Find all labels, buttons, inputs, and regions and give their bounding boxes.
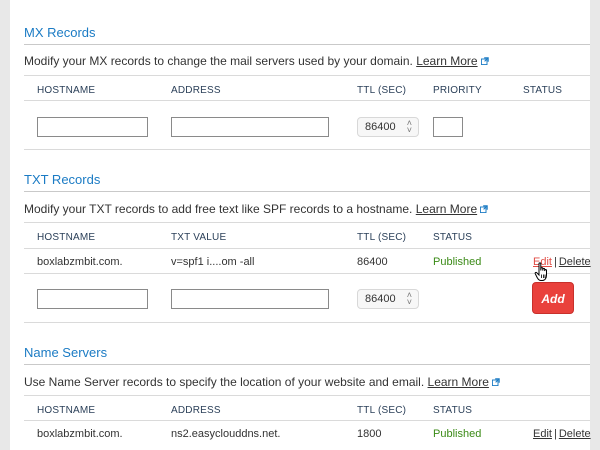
txt-section-divider bbox=[24, 191, 590, 192]
dns-settings-panel: MX Records Modify your MX records to cha… bbox=[10, 0, 591, 450]
ns-description-text: Use Name Server records to specify the l… bbox=[24, 375, 425, 389]
txt-col-status: STATUS bbox=[433, 232, 473, 243]
ns-edit-link[interactable]: Edit bbox=[533, 428, 552, 440]
add-record-button[interactable]: Add bbox=[532, 282, 574, 314]
mx-ttl-value: 86400 bbox=[365, 121, 396, 133]
ns-learn-more-link[interactable]: Learn More bbox=[428, 375, 489, 389]
txt-row-status: Published bbox=[433, 256, 482, 268]
mx-header-top-divider bbox=[24, 75, 590, 76]
ns-section-title: Name Servers bbox=[24, 345, 108, 360]
txt-description-text: Modify your TXT records to add free text… bbox=[24, 202, 413, 216]
mx-learn-more-link[interactable]: Learn More bbox=[416, 54, 477, 68]
ns-row-ttl: 1800 bbox=[357, 428, 382, 440]
mx-address-input[interactable] bbox=[171, 117, 329, 137]
ns-col-status: STATUS bbox=[433, 405, 473, 416]
txt-description: Modify your TXT records to add free text… bbox=[24, 202, 488, 216]
ns-row-address: ns2.easyclouddns.net. bbox=[171, 428, 281, 440]
mx-col-hostname: HOSTNAME bbox=[37, 85, 96, 96]
up-down-chevron-icon: ˄ ˅ bbox=[406, 290, 412, 307]
mx-priority-input[interactable] bbox=[433, 117, 463, 137]
ns-section-divider bbox=[24, 364, 590, 365]
ns-row-hostname: boxlabzmbit.com. bbox=[37, 428, 123, 440]
mx-section-title: MX Records bbox=[24, 25, 96, 40]
external-link-icon[interactable] bbox=[491, 378, 500, 386]
mx-col-status: STATUS bbox=[523, 85, 563, 96]
txt-row-divider bbox=[24, 273, 590, 274]
mx-hostname-input[interactable] bbox=[37, 117, 148, 137]
txt-ttl-value: 86400 bbox=[365, 293, 396, 305]
mx-section-divider bbox=[24, 44, 590, 45]
ns-header-top-divider bbox=[24, 395, 590, 396]
txt-row-ttl: 86400 bbox=[357, 256, 388, 268]
mx-col-priority: PRIORITY bbox=[433, 85, 482, 96]
mx-description-text: Modify your MX records to change the mai… bbox=[24, 54, 413, 68]
ns-header-bottom-divider bbox=[24, 420, 590, 421]
ns-col-address: ADDRESS bbox=[171, 405, 221, 416]
mx-ttl-select[interactable]: 86400 ˄ ˅ bbox=[357, 117, 419, 137]
mx-description: Modify your MX records to change the mai… bbox=[24, 54, 489, 68]
txt-col-ttl: TTL (SEC) bbox=[357, 232, 407, 243]
txt-header-bottom-divider bbox=[24, 248, 590, 249]
txt-row-hostname: boxlabzmbit.com. bbox=[37, 256, 123, 268]
txt-section-end-divider bbox=[24, 322, 590, 323]
ns-col-ttl: TTL (SEC) bbox=[357, 405, 407, 416]
txt-hostname-input[interactable] bbox=[37, 289, 148, 309]
txt-col-value: TXT VALUE bbox=[171, 232, 227, 243]
txt-ttl-select[interactable]: 86400 ˄ ˅ bbox=[357, 289, 419, 309]
mx-col-ttl: TTL (SEC) bbox=[357, 85, 407, 96]
ns-col-hostname: HOSTNAME bbox=[37, 405, 96, 416]
up-down-chevron-icon: ˄ ˅ bbox=[406, 118, 412, 135]
mx-col-address: ADDRESS bbox=[171, 85, 221, 96]
external-link-icon[interactable] bbox=[480, 57, 489, 65]
action-separator: | bbox=[553, 256, 557, 268]
hand-pointer-icon bbox=[534, 262, 547, 281]
action-separator: | bbox=[553, 428, 557, 440]
ns-row-actions: Edit | Delete bbox=[533, 428, 591, 440]
txt-header-top-divider bbox=[24, 222, 590, 223]
txt-value-input[interactable] bbox=[171, 289, 329, 309]
mx-header-bottom-divider bbox=[24, 100, 590, 101]
txt-row-value: v=spf1 i....om -all bbox=[171, 256, 255, 268]
txt-section-title: TXT Records bbox=[24, 172, 101, 187]
txt-col-hostname: HOSTNAME bbox=[37, 232, 96, 243]
external-link-icon[interactable] bbox=[480, 205, 488, 213]
ns-delete-link[interactable]: Delete bbox=[559, 428, 591, 440]
ns-row-status: Published bbox=[433, 428, 482, 440]
ns-description: Use Name Server records to specify the l… bbox=[24, 375, 500, 389]
txt-delete-link[interactable]: Delete bbox=[559, 256, 591, 268]
txt-learn-more-link[interactable]: Learn More bbox=[416, 202, 477, 216]
mx-section-end-divider bbox=[24, 149, 590, 150]
